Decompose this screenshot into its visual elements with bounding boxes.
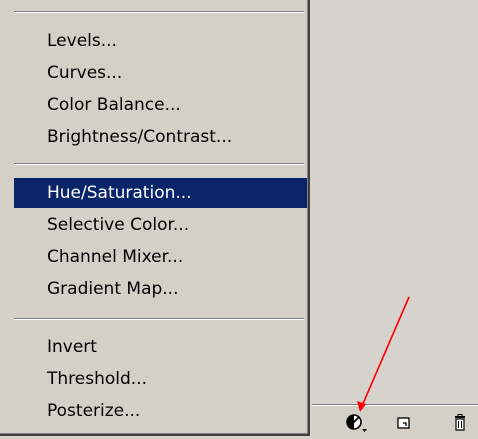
menu-separator [14,318,304,320]
new-layer-button[interactable] [392,411,416,435]
trash-icon [455,414,465,431]
adjustment-layer-button[interactable] [345,411,369,435]
delete-layer-button[interactable] [448,411,472,435]
menu-item-posterize[interactable]: Posterize... [14,396,307,426]
menu-item-curves[interactable]: Curves... [14,58,307,88]
menu-item-levels[interactable]: Levels... [14,26,307,56]
menu-separator [14,11,304,13]
menu-item-selective-color[interactable]: Selective Color... [14,210,307,240]
new-layer-icon [397,417,410,429]
menu-separator [14,163,304,165]
menu-item-invert[interactable]: Invert [14,332,307,362]
menu-item-channel-mixer[interactable]: Channel Mixer... [14,242,307,272]
menu-item-color-balance[interactable]: Color Balance... [14,90,307,120]
menu-item-gradient-map[interactable]: Gradient Map... [14,274,307,304]
menu-item-brightness-contrast[interactable]: Brightness/Contrast... [14,122,307,152]
adjustment-layer-icon [346,414,367,432]
layers-palette-toolbar [312,404,478,439]
menu-item-threshold[interactable]: Threshold... [14,364,307,394]
menu-item-hue-saturation[interactable]: Hue/Saturation... [14,178,307,208]
adjustment-layer-menu: Levels... Curves... Color Balance... Bri… [0,0,310,436]
